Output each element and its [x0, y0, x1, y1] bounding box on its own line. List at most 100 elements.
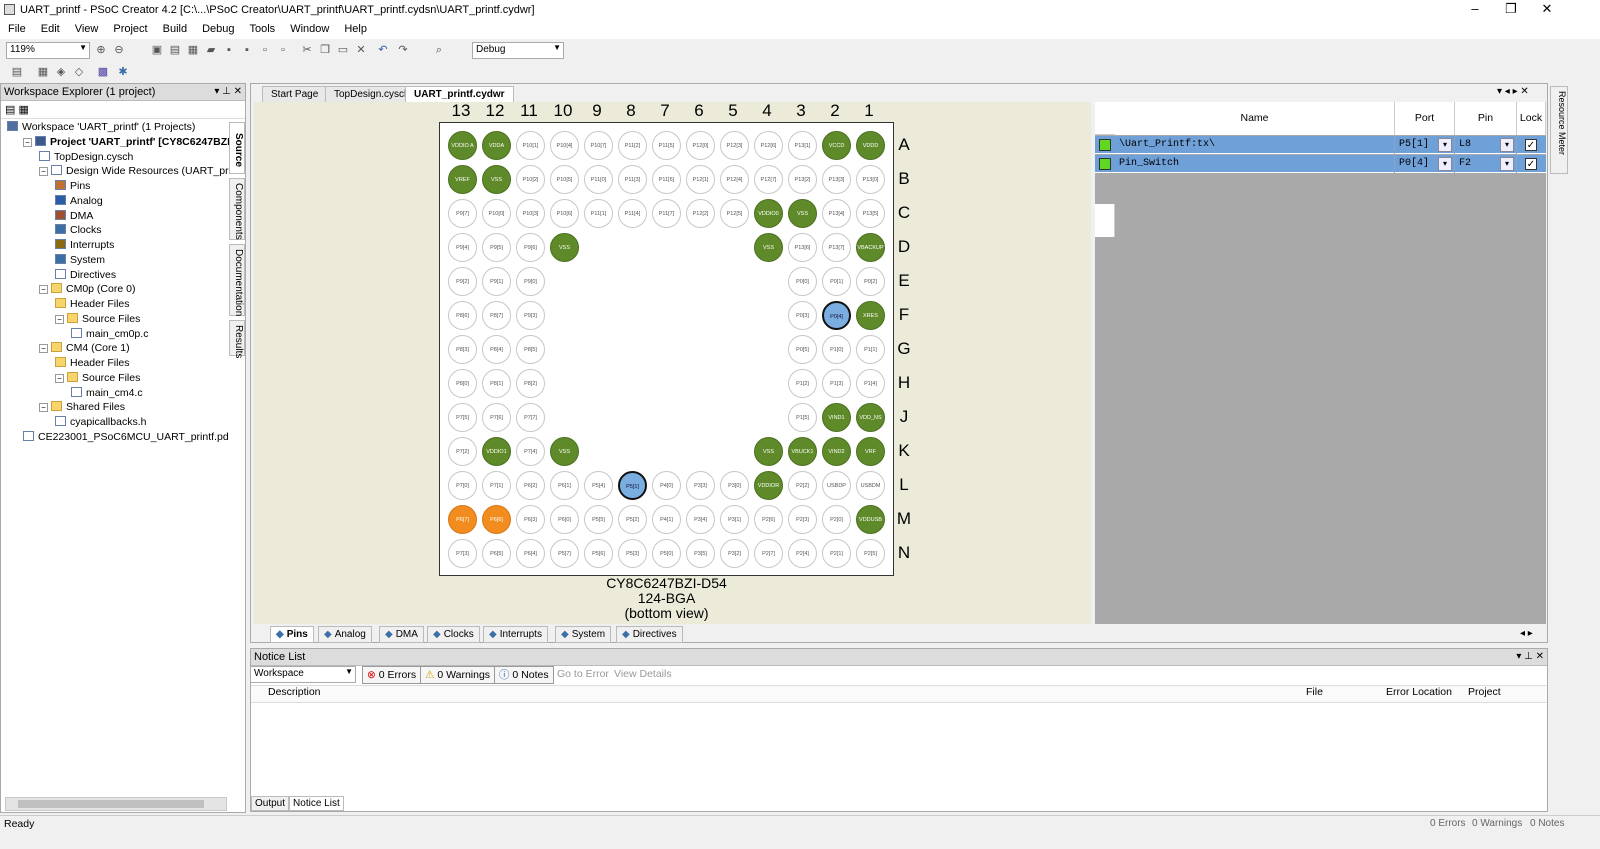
program-icon[interactable]: ▩ — [96, 65, 110, 79]
bga-pin[interactable]: VDD_NS — [856, 403, 885, 432]
zoom-out-icon[interactable]: ⊖ — [112, 43, 126, 57]
bga-pin[interactable]: P6[3] — [516, 505, 545, 534]
tree-item[interactable]: System — [55, 253, 105, 268]
bga-pin[interactable]: VREF — [448, 165, 477, 194]
config-combo[interactable]: Debug ▼ — [472, 42, 564, 59]
bga-pin[interactable]: VRF — [856, 437, 885, 466]
debug-icon[interactable]: ✱ — [116, 65, 130, 79]
bga-pin[interactable]: P1[0] — [822, 335, 851, 364]
refresh-icon[interactable]: ▦ — [18, 104, 28, 116]
open-icon[interactable]: ▰ — [204, 43, 218, 57]
bga-pin[interactable]: P0[2] — [856, 267, 885, 296]
menu-help[interactable]: Help — [336, 20, 374, 35]
panel-controls[interactable]: ▾ ⊥ ✕ — [214, 86, 242, 97]
bga-pin[interactable]: P1[4] — [856, 369, 885, 398]
tree-item[interactable]: Header Files — [55, 297, 130, 312]
bga-pin[interactable]: P1[5] — [788, 403, 817, 432]
tree-item[interactable]: CE223001_PSoC6MCU_UART_printf.pdf — [23, 430, 229, 445]
bga-pin[interactable]: P12[7] — [754, 165, 783, 194]
bga-pin[interactable]: P12[2] — [686, 199, 715, 228]
bga-pin[interactable]: P7[5] — [448, 403, 477, 432]
bga-pin[interactable]: P10[6] — [550, 199, 579, 228]
cut-icon[interactable]: ✂ — [300, 43, 314, 57]
copy-icon[interactable]: ❐ — [318, 43, 332, 57]
menu-edit[interactable]: Edit — [33, 20, 67, 35]
tree-item[interactable]: − Project 'UART_printf' [CY8C6247BZI-D54] — [23, 135, 229, 150]
bga-pin[interactable]: VDDUSB — [856, 505, 885, 534]
bga-pin[interactable]: P11[3] — [618, 165, 647, 194]
column-header-port[interactable]: Port — [1395, 102, 1455, 135]
bga-pin[interactable]: P5[3] — [618, 539, 647, 568]
bga-pin[interactable]: P8[1] — [482, 369, 511, 398]
chevron-down-icon[interactable]: ▾ — [1500, 157, 1514, 171]
new-project-icon[interactable]: ▣ — [150, 43, 164, 57]
bga-pin[interactable]: P2[0] — [822, 505, 851, 534]
bga-pin[interactable]: VBACKUP — [856, 233, 885, 262]
pin-name-cell[interactable]: Pin_Switch — [1115, 155, 1395, 173]
tree-item[interactable]: Interrupts — [55, 238, 114, 253]
bga-pin[interactable]: P3[0] — [720, 471, 749, 500]
bga-pin[interactable]: VSS — [550, 437, 579, 466]
bga-pin[interactable]: P6[1] — [550, 471, 579, 500]
bga-pin[interactable]: P7[2] — [448, 437, 477, 466]
menu-view[interactable]: View — [67, 20, 106, 35]
bga-pin[interactable]: P7[6] — [482, 403, 511, 432]
bga-pin[interactable]: P11[4] — [618, 199, 647, 228]
notice-filter-combo[interactable]: Workspace ▼ — [250, 666, 356, 683]
bga-pin[interactable]: VBUCK1 — [788, 437, 817, 466]
bga-pin[interactable]: P12[6] — [754, 131, 783, 160]
print-icon[interactable]: ▫ — [258, 43, 272, 57]
zoom-in-icon[interactable]: ⊕ — [94, 43, 108, 57]
bga-pin[interactable]: P11[2] — [618, 131, 647, 160]
bga-pin[interactable]: P0[5] — [788, 335, 817, 364]
save-all-icon[interactable]: ▪ — [240, 43, 254, 57]
bga-pin[interactable]: P8[2] — [516, 369, 545, 398]
bga-pin[interactable]: P11[7] — [652, 199, 681, 228]
side-tab-documentation[interactable]: Documentation — [229, 244, 245, 316]
bga-pin[interactable]: VDDD — [856, 131, 885, 160]
scrollbar-thumb[interactable] — [18, 800, 204, 808]
bga-pin[interactable]: USBDM — [856, 471, 885, 500]
bga-pin[interactable]: P5[4] — [584, 471, 613, 500]
tab-pins[interactable]: ◆ Pins — [270, 626, 314, 643]
build-icon[interactable]: ▦ — [36, 65, 50, 79]
bga-pin[interactable]: VDDIO1 — [482, 437, 511, 466]
bga-pin[interactable]: VDDA — [482, 131, 511, 160]
tab-dma[interactable]: ◆ DMA — [379, 626, 424, 643]
tree-item[interactable]: Pins — [55, 179, 90, 194]
bga-pin[interactable]: P0[0] — [788, 267, 817, 296]
tree-item[interactable]: Analog — [55, 194, 103, 209]
close-button[interactable]: ✕ — [1530, 0, 1564, 20]
collapse-toggle-icon[interactable]: − — [39, 167, 48, 177]
tab-output[interactable]: Output — [251, 796, 290, 811]
tree-item[interactable]: Header Files — [55, 356, 130, 371]
bga-pin[interactable]: P10[3] — [516, 199, 545, 228]
find-icon[interactable]: ⌕ — [432, 43, 446, 57]
side-tab-results[interactable]: Results — [229, 320, 245, 358]
collapse-toggle-icon[interactable]: − — [39, 285, 48, 295]
tree-item[interactable]: − Shared Files — [39, 400, 125, 415]
bga-pin[interactable]: XRES — [856, 301, 885, 330]
notice-col-error-location[interactable]: Error Location — [1386, 686, 1452, 698]
bga-pin[interactable]: P11[0] — [584, 165, 613, 194]
lock-checkbox[interactable]: ✓ — [1525, 158, 1537, 170]
bga-pin[interactable]: P12[4] — [720, 165, 749, 194]
menu-build[interactable]: Build — [155, 20, 194, 35]
bga-pin[interactable]: P8[5] — [516, 335, 545, 364]
bga-pin[interactable]: P9[0] — [516, 267, 545, 296]
bga-pin[interactable]: P2[3] — [788, 505, 817, 534]
tree-item[interactable]: Clocks — [55, 223, 102, 238]
bga-pin[interactable]: P0[4] — [822, 301, 851, 330]
tree-item[interactable]: Workspace 'UART_printf' (1 Projects) — [7, 120, 195, 135]
column-header-pin[interactable]: Pin — [1455, 102, 1517, 135]
bga-pin[interactable]: P11[5] — [652, 131, 681, 160]
bga-pin[interactable]: P9[3] — [516, 301, 545, 330]
notice-col-description[interactable]: Description — [268, 686, 321, 698]
redo-icon[interactable]: ↷ — [396, 43, 410, 57]
menu-project[interactable]: Project — [105, 20, 154, 35]
bga-pin[interactable]: P4[1] — [652, 505, 681, 534]
bga-pin[interactable]: P3[2] — [720, 539, 749, 568]
bga-pin[interactable]: P8[0] — [448, 369, 477, 398]
bga-pin[interactable]: VSS — [550, 233, 579, 262]
bga-pin[interactable]: P8[6] — [448, 301, 477, 330]
